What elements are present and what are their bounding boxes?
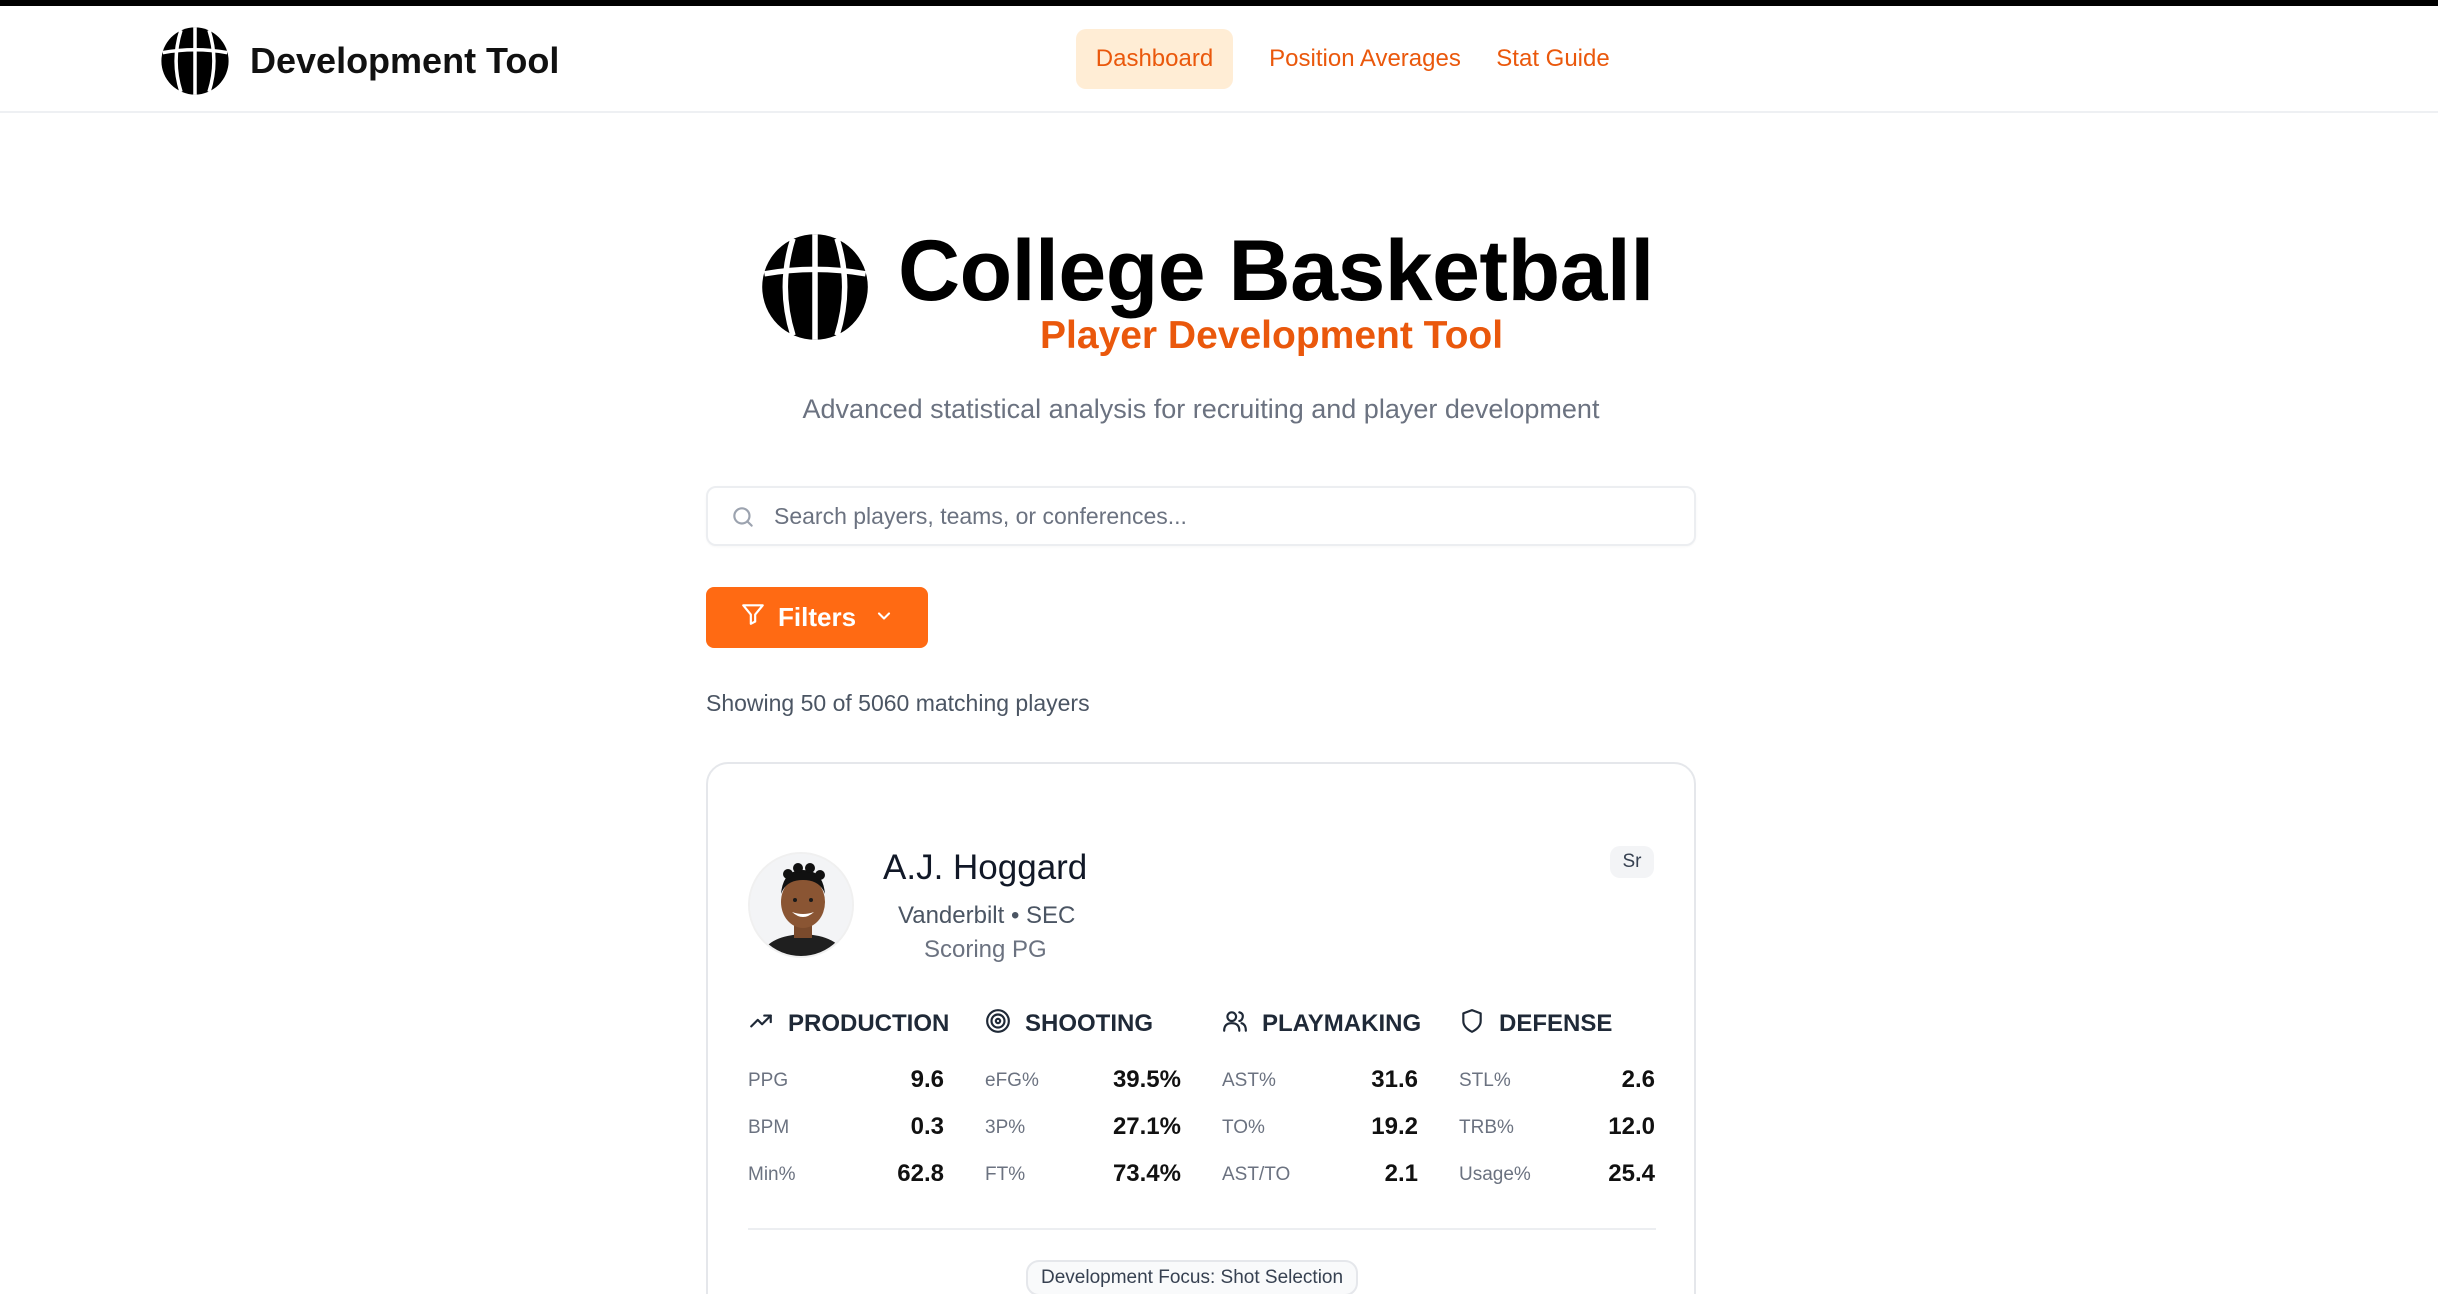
target-icon: [985, 1008, 1011, 1041]
page-description: Advanced statistical analysis for recrui…: [802, 394, 1600, 424]
player-name[interactable]: A.J. Hoggard: [883, 848, 1087, 888]
stat-row: PPG 9.6: [748, 1056, 944, 1103]
player-card[interactable]: A.J. Hoggard Vanderbilt • SEC Scoring PG…: [706, 762, 1696, 1294]
brand-name: Development Tool: [250, 40, 560, 81]
stat-value: 27.1%: [1112, 1113, 1181, 1140]
stat-group-title: SHOOTING: [1025, 1010, 1154, 1037]
stat-row: BPM 0.3: [748, 1103, 944, 1150]
search-box: [706, 486, 1696, 546]
stat-label: 3P%: [985, 1117, 1026, 1138]
stat-group-title: PLAYMAKING: [1262, 1010, 1422, 1037]
shield-icon: [1459, 1008, 1485, 1041]
users-icon: [1222, 1008, 1248, 1041]
page-subtitle: Player Development Tool: [1040, 314, 1504, 357]
stat-row: eFG% 39.5%: [985, 1056, 1181, 1103]
stat-value: 39.5%: [1112, 1066, 1181, 1093]
stat-row: Min% 62.8: [748, 1150, 944, 1197]
search-icon: [730, 504, 756, 535]
stat-label: STL%: [1459, 1070, 1511, 1091]
stat-label: PPG: [748, 1070, 789, 1091]
stat-label: AST/TO: [1222, 1164, 1291, 1185]
stat-row: TRB% 12.0: [1459, 1103, 1655, 1150]
stat-row: FT% 73.4%: [985, 1150, 1181, 1197]
filters-button[interactable]: Filters: [706, 587, 928, 648]
trending-up-icon: [748, 1008, 774, 1041]
basketball-icon: [160, 26, 230, 96]
search-input[interactable]: [774, 488, 1674, 544]
chevron-down-icon: [874, 602, 894, 633]
player-role: Scoring PG: [924, 936, 1047, 963]
stat-label: TRB%: [1459, 1117, 1514, 1138]
stat-row: TO% 19.2: [1222, 1103, 1418, 1150]
stat-label: AST%: [1222, 1070, 1276, 1091]
stat-value: 19.2: [1371, 1113, 1418, 1140]
stat-row: AST% 31.6: [1222, 1056, 1418, 1103]
stat-group-playmaking: PLAYMAKING AST% 31.6 TO% 19.2 AST/TO 2.1: [1222, 1004, 1422, 1197]
stat-row: STL% 2.6: [1459, 1056, 1655, 1103]
nav-position-averages[interactable]: Position Averages: [1257, 29, 1473, 89]
stat-row: 3P% 27.1%: [985, 1103, 1181, 1150]
stat-value: 9.6: [910, 1066, 944, 1093]
class-badge: Sr: [1610, 846, 1654, 878]
stat-value: 31.6: [1371, 1066, 1418, 1093]
development-focus-badge: Development Focus: Shot Selection: [1026, 1260, 1359, 1294]
stat-row: AST/TO 2.1: [1222, 1150, 1418, 1197]
stat-value: 73.4%: [1112, 1160, 1181, 1187]
stat-group-title: PRODUCTION: [788, 1010, 950, 1037]
stat-group-title: DEFENSE: [1499, 1010, 1613, 1037]
stat-label: BPM: [748, 1117, 790, 1138]
player-team-conference: Vanderbilt • SEC: [898, 902, 1076, 929]
page-title: College Basketball: [898, 223, 1654, 319]
stat-value: 2.1: [1384, 1160, 1418, 1187]
filters-label: Filters: [778, 602, 857, 632]
stat-value: 25.4: [1608, 1160, 1655, 1187]
stat-value: 62.8: [897, 1160, 944, 1187]
stat-label: TO%: [1222, 1117, 1265, 1138]
stat-group-shooting: SHOOTING eFG% 39.5% 3P% 27.1% FT% 73.4%: [985, 1004, 1181, 1197]
nav-stat-guide[interactable]: Stat Guide: [1488, 29, 1618, 89]
stat-value: 2.6: [1621, 1066, 1655, 1093]
stat-value: 12.0: [1608, 1113, 1655, 1140]
filter-icon: [740, 601, 766, 634]
nav-dashboard[interactable]: Dashboard: [1076, 29, 1233, 89]
results-count: Showing 50 of 5060 matching players: [706, 690, 1090, 716]
stat-row: Usage% 25.4: [1459, 1150, 1655, 1197]
stat-value: 0.3: [910, 1113, 944, 1140]
stat-group-defense: DEFENSE STL% 2.6 TRB% 12.0 Usage% 25.4: [1459, 1004, 1655, 1197]
basketball-icon: [760, 232, 870, 347]
stat-group-production: PRODUCTION PPG 9.6 BPM 0.3 Min% 62.8: [748, 1004, 949, 1197]
stat-label: Min%: [748, 1164, 796, 1185]
stat-label: eFG%: [985, 1070, 1039, 1091]
player-avatar: [748, 852, 854, 958]
card-divider: [748, 1228, 1656, 1230]
stat-label: Usage%: [1459, 1164, 1531, 1185]
brand[interactable]: Development Tool: [160, 26, 559, 96]
stat-label: FT%: [985, 1164, 1026, 1185]
navbar: Development Tool Dashboard Position Aver…: [0, 6, 2438, 113]
